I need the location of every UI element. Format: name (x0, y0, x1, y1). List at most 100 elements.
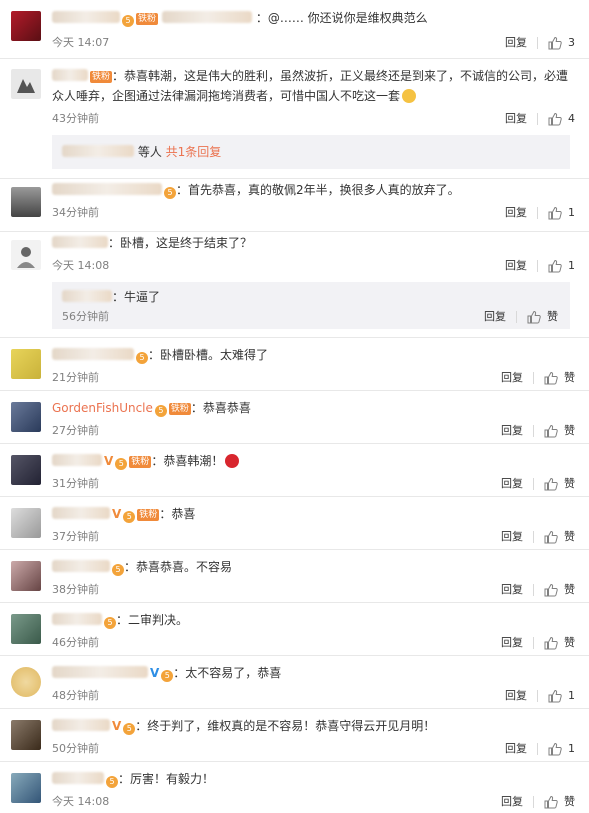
username-blurred[interactable] (52, 11, 120, 23)
like-button[interactable]: 赞 (544, 423, 575, 439)
reply-button[interactable]: 回复 (501, 635, 523, 651)
avatar[interactable] (11, 773, 41, 803)
sub-reply: ：牛逼了 56分钟前 回复 赞 (52, 282, 570, 329)
reply-button[interactable]: 回复 (505, 258, 527, 274)
avatar[interactable] (11, 561, 41, 591)
divider (537, 743, 538, 755)
sub-replies-summary[interactable]: 等人 共1条回复 (52, 135, 570, 169)
like-button[interactable]: 1 (548, 741, 575, 757)
vip-badge: 5 (154, 405, 167, 417)
like-label: 赞 (547, 310, 558, 323)
like-button[interactable]: 赞 (544, 635, 575, 651)
comment-text: ：二审判决。 (116, 613, 189, 627)
avatar[interactable] (11, 720, 41, 750)
username-blurred[interactable] (62, 145, 134, 157)
thumb-up-icon (544, 636, 558, 650)
thumb-up-icon (548, 689, 562, 703)
username-blurred[interactable] (52, 666, 148, 678)
comment-time: 今天 14:07 (52, 36, 110, 49)
comment-time: 今天 14:08 (52, 259, 110, 272)
reply-button[interactable]: 回复 (501, 794, 523, 810)
flower-icon (225, 454, 240, 468)
reply-button[interactable]: 回复 (501, 529, 523, 545)
thumb-up-icon (548, 742, 562, 756)
avatar[interactable] (11, 187, 41, 217)
like-button[interactable]: 4 (548, 111, 575, 127)
username-blurred[interactable] (52, 454, 102, 466)
comment-item: 铁粉 ：恭喜韩潮，这是伟大的胜利，虽然波折，正义最终还是到来了，不诚信的公司，必遭… (0, 58, 589, 178)
mention-blurred[interactable] (162, 11, 253, 23)
comment-time: 46分钟前 (52, 636, 99, 649)
comment-time: 43分钟前 (52, 112, 99, 125)
comment-time: 34分钟前 (52, 206, 99, 219)
thumb-up-icon (544, 530, 558, 544)
tiefen-badge: 铁粉 (129, 456, 152, 468)
username-blurred[interactable] (52, 69, 88, 81)
like-button[interactable]: 3 (548, 35, 575, 51)
username-blurred[interactable] (52, 183, 162, 195)
username[interactable]: GordenFishUncle (52, 401, 153, 415)
avatar[interactable] (11, 240, 41, 270)
like-label: 赞 (564, 424, 575, 437)
like-count: 3 (568, 36, 575, 49)
like-button[interactable]: 赞 (544, 794, 575, 810)
vip-badge: 5 (115, 458, 128, 470)
reply-button[interactable]: 回复 (501, 476, 523, 492)
tiefen-badge: 铁粉 (137, 509, 160, 521)
comment-item: ：卧槽，这是终于结束了？ 今天 14:08 回复 1 ：牛逼了 56分钟前 回复… (0, 231, 589, 337)
avatar[interactable] (11, 667, 41, 697)
comment-text: ：恭喜韩潮！ (151, 454, 224, 468)
avatar[interactable] (11, 614, 41, 644)
reply-button[interactable]: 回复 (484, 309, 506, 325)
divider (533, 478, 534, 490)
username-blurred[interactable] (52, 719, 110, 731)
avatar[interactable] (11, 402, 41, 432)
reply-button[interactable]: 回复 (505, 35, 527, 51)
vip-badge: 5 (123, 511, 136, 523)
reply-button[interactable]: 回复 (501, 423, 523, 439)
reply-button[interactable]: 回复 (505, 111, 527, 127)
like-count: 1 (568, 689, 575, 702)
like-label: 赞 (564, 795, 575, 808)
comment-text: ：恭喜 (159, 507, 196, 521)
like-button[interactable]: 赞 (527, 309, 558, 325)
username-blurred[interactable] (52, 348, 134, 360)
comment-item: V 5 铁粉 ：恭喜 37分钟前 回复 赞 (0, 496, 589, 549)
username-blurred[interactable] (52, 507, 110, 519)
tiefen-badge: 铁粉 (168, 403, 191, 415)
like-button[interactable]: 1 (548, 688, 575, 704)
comment-item: 5 ：卧槽卧槽。太难得了 21分钟前 回复 赞 (0, 337, 589, 390)
thumb-up-icon (544, 424, 558, 438)
divider (533, 372, 534, 384)
avatar[interactable] (11, 11, 41, 41)
like-button[interactable]: 赞 (544, 529, 575, 545)
username-blurred[interactable] (52, 772, 104, 784)
username-blurred[interactable] (62, 290, 112, 302)
verified-badge: V (104, 454, 114, 468)
reply-button[interactable]: 回复 (501, 582, 523, 598)
like-button[interactable]: 1 (548, 258, 575, 274)
reply-button[interactable]: 回复 (505, 688, 527, 704)
like-button[interactable]: 赞 (544, 370, 575, 386)
reply-button[interactable]: 回复 (505, 205, 527, 221)
like-button[interactable]: 1 (548, 205, 575, 221)
username-blurred[interactable] (52, 613, 102, 625)
reply-button[interactable]: 回复 (501, 370, 523, 386)
avatar[interactable] (11, 455, 41, 485)
tiefen-badge: 铁粉 (136, 13, 159, 25)
avatar[interactable] (11, 508, 41, 538)
like-label: 赞 (564, 583, 575, 596)
comment-text: ：@…… 你还说你是维权典范么 (255, 11, 428, 25)
avatar[interactable] (11, 69, 41, 99)
username-blurred[interactable] (52, 236, 108, 248)
comment-time: 31分钟前 (52, 477, 99, 490)
like-button[interactable]: 赞 (544, 582, 575, 598)
comment-text: ：终于判了，维权真的是不容易！恭喜守得云开见月明！ (135, 719, 436, 733)
reply-button[interactable]: 回复 (505, 741, 527, 757)
username-blurred[interactable] (52, 560, 110, 572)
comment-time: 37分钟前 (52, 530, 99, 543)
avatar[interactable] (11, 349, 41, 379)
like-button[interactable]: 赞 (544, 476, 575, 492)
like-count: 1 (568, 206, 575, 219)
view-replies-link[interactable]: 共1条回复 (166, 145, 222, 159)
